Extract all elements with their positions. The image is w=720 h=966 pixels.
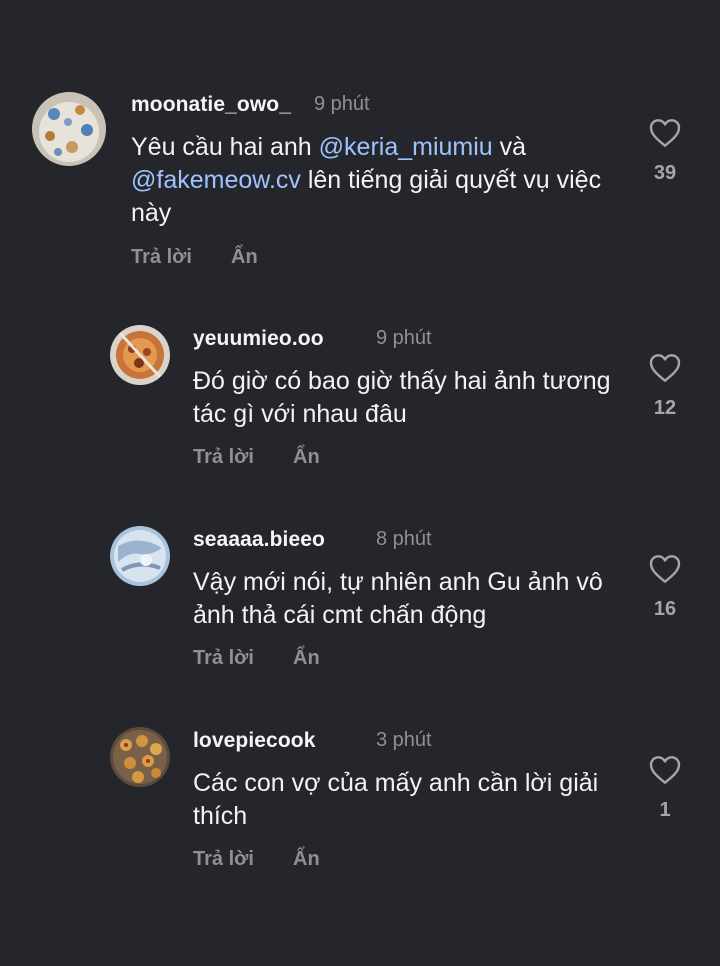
like-control: 1 bbox=[645, 755, 685, 822]
comment-text: Vậy mới nói, tự nhiên anh Gu ảnh vô ảnh … bbox=[193, 568, 603, 629]
comment-text: Các con vợ của mấy anh cần lời giải thíc… bbox=[193, 769, 599, 830]
comment-timestamp: 9 phút bbox=[376, 327, 432, 349]
heart-outline-icon[interactable] bbox=[649, 554, 681, 584]
heart-outline-icon[interactable] bbox=[649, 353, 681, 383]
comment-text-part: Yêu cầu hai anh bbox=[131, 133, 319, 161]
mention-link[interactable]: @fakemeow.cv bbox=[131, 166, 301, 194]
like-count: 1 bbox=[659, 799, 671, 821]
comment-text-part: và bbox=[492, 133, 527, 161]
comment-timestamp: 9 phút bbox=[314, 93, 370, 115]
hide-button[interactable]: Ẩn bbox=[293, 446, 320, 469]
mention-link[interactable]: @keria_miumiu bbox=[319, 133, 493, 161]
like-control: 16 bbox=[645, 554, 685, 621]
hide-button[interactable]: Ẩn bbox=[231, 246, 258, 269]
reply-button[interactable]: Trả lời bbox=[193, 647, 254, 670]
comment-username[interactable]: seaaaa.bieeo bbox=[193, 528, 325, 552]
comment-username[interactable]: lovepiecook bbox=[193, 729, 315, 753]
avatar[interactable] bbox=[110, 526, 170, 586]
reply-button[interactable]: Trả lời bbox=[131, 246, 192, 269]
hide-button[interactable]: Ẩn bbox=[293, 848, 320, 871]
avatar[interactable] bbox=[110, 325, 170, 385]
heart-outline-icon[interactable] bbox=[649, 118, 681, 148]
comment-username[interactable]: yeuumieo.oo bbox=[193, 327, 324, 351]
reply-button[interactable]: Trả lời bbox=[193, 848, 254, 871]
avatar[interactable] bbox=[110, 727, 170, 787]
like-count: 12 bbox=[653, 397, 677, 419]
like-control: 39 bbox=[645, 118, 685, 185]
like-count: 39 bbox=[653, 162, 677, 184]
comment-timestamp: 3 phút bbox=[376, 729, 432, 751]
comment-text: Đó giờ có bao giờ thấy hai ảnh tương tác… bbox=[193, 367, 611, 428]
like-control: 12 bbox=[645, 353, 685, 420]
hide-button[interactable]: Ẩn bbox=[293, 647, 320, 670]
avatar[interactable] bbox=[32, 92, 106, 166]
comment-username[interactable]: moonatie_owo_ bbox=[131, 93, 291, 117]
comment-timestamp: 8 phút bbox=[376, 528, 432, 550]
heart-outline-icon[interactable] bbox=[649, 755, 681, 785]
comment-text: Yêu cầu hai anh @keria_miumiu và @fakeme… bbox=[131, 131, 621, 230]
reply-button[interactable]: Trả lời bbox=[193, 446, 254, 469]
like-count: 16 bbox=[653, 598, 677, 620]
